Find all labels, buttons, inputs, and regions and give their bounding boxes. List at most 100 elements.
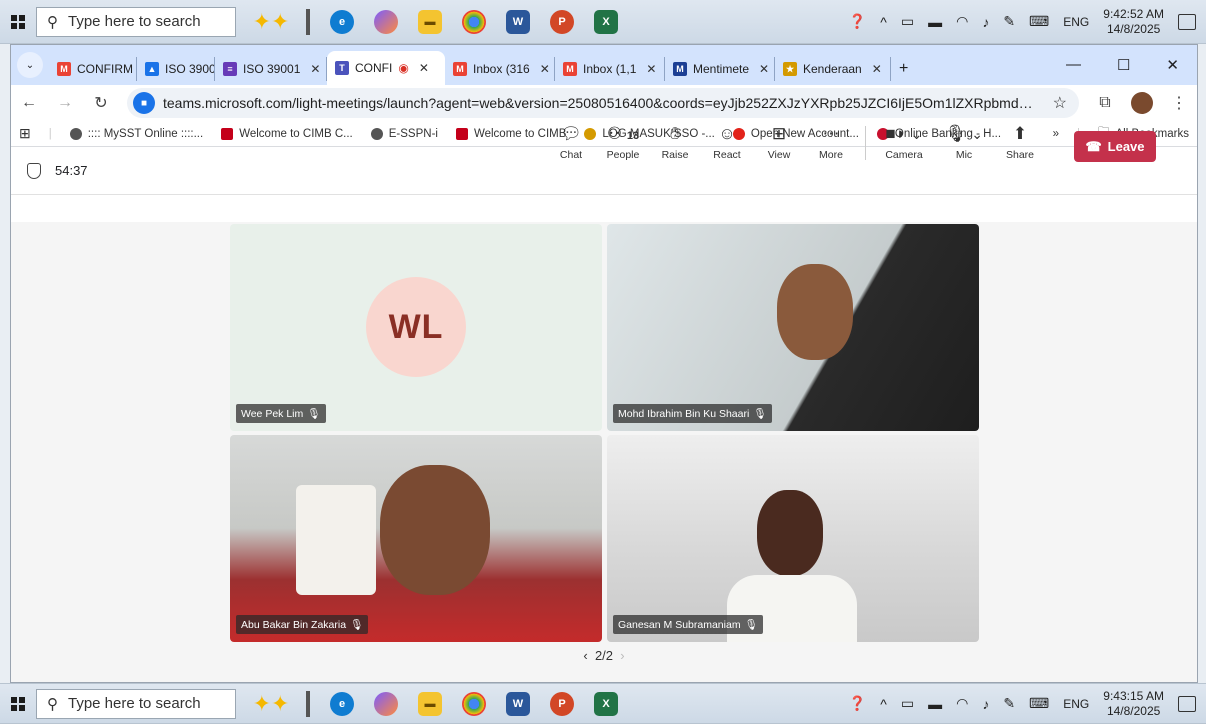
leave-button[interactable]: ☎ Leave [1074, 131, 1156, 162]
copilot-sparkle-icon[interactable]: ✦✦ [236, 691, 306, 717]
react-button[interactable]: ☺ React [701, 124, 753, 161]
excel-app[interactable]: X [584, 0, 628, 43]
extensions-icon[interactable]: ⧉ [1095, 94, 1115, 112]
address-bar[interactable]: ■ teams.microsoft.com/light-meetings/lau… [127, 88, 1079, 118]
chrome-app[interactable] [452, 684, 496, 723]
forward-arrow-icon[interactable]: → [55, 94, 75, 112]
participant-name: Abu Bakar Bin Zakaria [241, 618, 347, 631]
close-icon[interactable]: ✕ [759, 62, 769, 76]
raise-hand-button[interactable]: ✋︎ Raise [649, 124, 701, 161]
notification-icon[interactable] [1178, 13, 1196, 30]
pen-icon[interactable]: ✎ [1003, 695, 1015, 712]
more-bookmarks-chevron-icon[interactable]: » [1053, 128, 1059, 140]
display-icon[interactable]: ▬ [928, 14, 942, 30]
site-info-icon[interactable]: ■ [133, 92, 155, 114]
menu-kebab-icon[interactable]: ⋮ [1169, 93, 1189, 113]
tab-2[interactable]: ≡ ISO 39001 ✕ [215, 57, 327, 81]
tab-6[interactable]: M Mentimete ✕ [665, 57, 775, 81]
bookmark-1[interactable]: Welcome to CIMB C... [221, 127, 353, 140]
camera-button[interactable]: ■◗ ⌄ Camera [874, 124, 934, 161]
powerpoint-app[interactable]: P [540, 0, 584, 43]
edge-app[interactable]: e [320, 0, 364, 43]
copilot-app[interactable] [364, 0, 408, 43]
wifi-icon[interactable]: ◠ [956, 695, 968, 712]
mic-off-icon: 🎙 [744, 619, 758, 631]
apps-grid-icon[interactable]: ⊞ [19, 125, 31, 142]
close-icon[interactable]: ✕ [872, 62, 882, 76]
people-button[interactable]: ⚇ 13 People [597, 124, 649, 161]
view-button[interactable]: ⊞ View [753, 124, 805, 161]
taskbar-search[interactable]: ⚲ Type here to search [36, 6, 236, 37]
tab-0[interactable]: MCONFIRM✕ [49, 57, 137, 81]
participant-tile[interactable]: Ganesan M Subramaniam 🎙 [607, 435, 979, 642]
globe-icon [69, 127, 82, 140]
start-button[interactable] [0, 684, 36, 723]
tab-4[interactable]: M Inbox (316 ✕ [445, 57, 555, 81]
participant-video [777, 264, 853, 360]
minimize-icon[interactable]: — [1066, 56, 1081, 74]
clock[interactable]: 9:42:52 AM 14/8/2025 [1103, 7, 1164, 37]
mic-button[interactable]: 🎙︎ ⌄ Mic [934, 124, 994, 161]
word-app[interactable]: W [496, 0, 540, 43]
language-indicator[interactable]: ENG [1063, 697, 1089, 711]
battery-icon[interactable]: ▭ [901, 695, 914, 712]
edge-app[interactable]: e [320, 684, 364, 723]
tab-label: ISO 39001 [243, 62, 301, 76]
copilot-sparkle-icon[interactable]: ✦✦ [236, 9, 306, 35]
battery-icon[interactable]: ▭ [901, 13, 914, 30]
volume-icon[interactable]: ♪ [982, 14, 989, 30]
back-arrow-icon[interactable]: ← [19, 94, 39, 112]
copilot-app[interactable] [364, 684, 408, 723]
word-app[interactable]: W [496, 684, 540, 723]
notification-icon[interactable] [1178, 695, 1196, 712]
keyboard-icon[interactable]: ⌨ [1029, 13, 1049, 30]
wifi-icon[interactable]: ◠ [956, 13, 968, 30]
participant-tile[interactable]: WL Wee Pek Lim 🎙 [230, 224, 602, 431]
tab-7[interactable]: ★ Kenderaan ✕ [775, 57, 891, 81]
start-button[interactable] [0, 0, 36, 43]
taskbar-search-placeholder: Type here to search [68, 695, 201, 712]
chrome-app[interactable] [452, 0, 496, 43]
close-icon[interactable]: ✕ [540, 62, 550, 76]
maximize-icon[interactable]: ☐ [1117, 56, 1130, 74]
new-tab-plus-icon[interactable]: + [891, 57, 916, 81]
prev-page-chevron-icon[interactable]: ‹ [583, 648, 587, 663]
coffee-cup [296, 485, 376, 595]
view-grid-icon: ⊞ [771, 124, 787, 143]
powerpoint-app[interactable]: P [540, 684, 584, 723]
page-indicator: 2/2 [594, 648, 614, 663]
close-icon[interactable]: ✕ [310, 62, 320, 76]
file-explorer-app[interactable]: ▬ [408, 0, 452, 43]
chevron-up-icon[interactable]: ^ [880, 14, 887, 30]
tab-1[interactable]: ▲ISO 39001✕ [137, 57, 215, 81]
pen-icon[interactable]: ✎ [1003, 13, 1015, 30]
chat-button[interactable]: 💬︎ Chat [545, 124, 597, 161]
excel-app[interactable]: X [584, 684, 628, 723]
tab-3-active[interactable]: T CONFI ◉ ✕ [327, 51, 445, 85]
clock[interactable]: 9:43:15 AM 14/8/2025 [1103, 689, 1164, 719]
help-icon[interactable]: ❓ [849, 13, 866, 30]
tab-search-chevron-icon[interactable]: ⌄ [17, 52, 43, 78]
bookmark-0[interactable]: :::: MySST Online ::::... [69, 127, 203, 140]
participant-tile[interactable]: Mohd Ibrahim Bin Ku Shaari 🎙 [607, 224, 979, 431]
bookmark-2[interactable]: E-SSPN-i [370, 127, 438, 140]
language-indicator[interactable]: ENG [1063, 15, 1089, 29]
profile-avatar[interactable] [1131, 92, 1153, 114]
participant-tile[interactable]: Abu Bakar Bin Zakaria 🎙 [230, 435, 602, 642]
taskbar-search[interactable]: ⚲ Type here to search [36, 688, 236, 719]
next-page-chevron-icon[interactable]: › [620, 648, 624, 663]
file-explorer-app[interactable]: ▬ [408, 684, 452, 723]
help-icon[interactable]: ❓ [849, 695, 866, 712]
bookmark-star-icon[interactable]: ☆ [1053, 93, 1067, 113]
share-button[interactable]: ⬆ Share [994, 124, 1046, 161]
more-button[interactable]: ⋯ More [805, 124, 857, 161]
keyboard-icon[interactable]: ⌨ [1029, 695, 1049, 712]
close-window-icon[interactable]: ✕ [1166, 56, 1179, 74]
chevron-up-icon[interactable]: ^ [880, 696, 887, 712]
tab-5[interactable]: M Inbox (1,1 ✕ [555, 57, 665, 81]
volume-icon[interactable]: ♪ [982, 696, 989, 712]
display-icon[interactable]: ▬ [928, 696, 942, 712]
close-icon[interactable]: ✕ [419, 61, 429, 75]
close-icon[interactable]: ✕ [646, 62, 656, 76]
reload-icon[interactable]: ↻ [91, 93, 111, 113]
